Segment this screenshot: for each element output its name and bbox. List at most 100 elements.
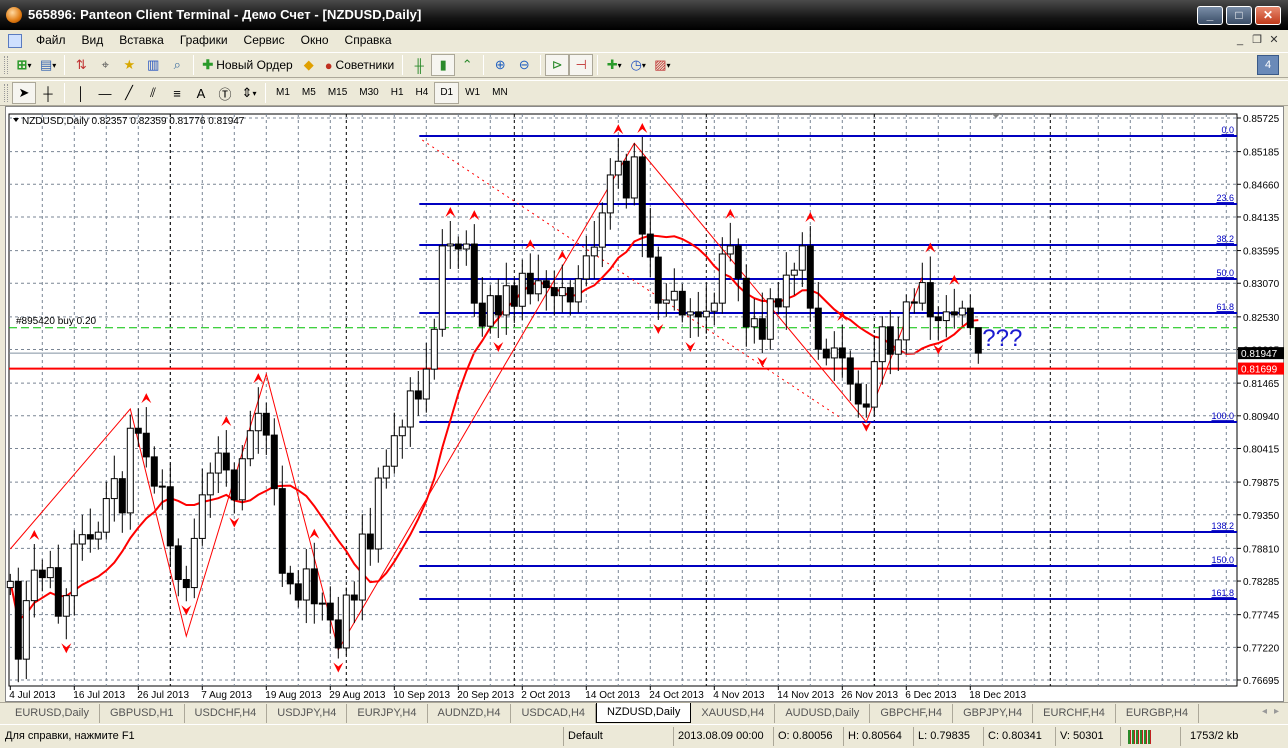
tab-gbpjpy-h4[interactable]: GBPJPY,H4 xyxy=(953,704,1034,723)
strategy-tester-button[interactable]: ⌕ xyxy=(165,54,189,76)
timeframe-m15[interactable]: M15 xyxy=(322,82,353,104)
navigator-folder-button[interactable]: ★ xyxy=(117,54,141,76)
minimize-button[interactable]: _ xyxy=(1197,6,1223,25)
menu-view[interactable]: Вид xyxy=(74,30,112,51)
candle xyxy=(366,533,374,550)
templates-button[interactable]: ▨ ▾ xyxy=(650,54,674,76)
tab-scroll-left[interactable]: ◂ xyxy=(1262,706,1267,717)
mailbox-button[interactable]: 4 xyxy=(1257,55,1279,75)
text-label-tool[interactable]: Ⓣ xyxy=(213,82,237,104)
tab-eurgbp-h4[interactable]: EURGBP,H4 xyxy=(1116,704,1200,723)
tab-nzdusd-daily[interactable]: NZDUSD,Daily xyxy=(596,703,692,723)
horizontal-line-tool[interactable]: — xyxy=(93,82,117,104)
price-chart[interactable]: 0.85725 0.85185 0.84660 0.84135 0.83595 0.830… xyxy=(6,107,1285,703)
tab-gbpchf-h4[interactable]: GBPCHF,H4 xyxy=(870,704,954,723)
bar-chart-button[interactable]: ╫ xyxy=(407,54,431,76)
profiles-button[interactable]: ▤ ▾ xyxy=(36,54,60,76)
toolbar-grip[interactable] xyxy=(4,56,8,74)
candle xyxy=(862,403,870,408)
tab-xauusd-h4[interactable]: XAUUSD,H4 xyxy=(691,704,776,723)
tab-usdjpy-h4[interactable]: USDJPY,H4 xyxy=(267,704,348,723)
arrows-tool[interactable]: ⇕ ▾ xyxy=(237,82,261,104)
tab-audnzd-h4[interactable]: AUDNZD,H4 xyxy=(428,704,512,723)
candle xyxy=(974,327,982,354)
timeframe-d1[interactable]: D1 xyxy=(434,82,460,104)
terminal-button[interactable]: ▥ xyxy=(141,54,165,76)
candle xyxy=(614,160,622,176)
tab-audusd-daily[interactable]: AUDUSD,Daily xyxy=(775,704,871,723)
chart-window[interactable]: 0.85725 0.85185 0.84660 0.84135 0.83595 0.830… xyxy=(5,106,1284,702)
alert-button[interactable]: ◆ xyxy=(297,54,321,76)
chart-window-icon[interactable] xyxy=(8,33,22,48)
timeframe-mn[interactable]: MN xyxy=(486,82,514,104)
periods-button[interactable]: ◷ ▾ xyxy=(626,54,650,76)
timeframe-h1[interactable]: H1 xyxy=(385,82,410,104)
candle xyxy=(206,472,214,496)
candle xyxy=(822,348,830,359)
auto-scroll-button[interactable]: ⊳ xyxy=(545,54,570,76)
timeframe-m5[interactable]: M5 xyxy=(296,82,322,104)
candle xyxy=(454,243,462,250)
close-button[interactable]: ✕ xyxy=(1255,6,1281,25)
zoom-in-button[interactable]: ⊕ xyxy=(488,54,512,76)
text-label-icon: Ⓣ xyxy=(218,86,232,102)
tab-scroll-right[interactable]: ▸ xyxy=(1274,706,1279,717)
trendline-tool[interactable]: ╱ xyxy=(117,82,141,104)
status-separator xyxy=(913,727,914,746)
candle xyxy=(102,498,110,533)
menu-window[interactable]: Окно xyxy=(293,30,337,51)
candle xyxy=(710,302,718,312)
cursor-icon: ➤ xyxy=(18,85,30,100)
candle xyxy=(310,568,318,605)
menu-help[interactable]: Справка xyxy=(337,30,400,51)
tab-eurjpy-h4[interactable]: EURJPY,H4 xyxy=(347,704,428,723)
vertical-line-icon: │ xyxy=(76,85,86,101)
chart-shift-button[interactable]: ⊣ xyxy=(569,54,594,76)
fibonacci-tool[interactable]: ≡ xyxy=(165,82,189,104)
tab-eurusd-daily[interactable]: EURUSD,Daily xyxy=(5,704,100,723)
x-axis-label: 10 Sep 2013 xyxy=(393,690,450,701)
child-close-button[interactable]: ✕ xyxy=(1266,33,1282,47)
maximize-button[interactable]: □ xyxy=(1226,6,1252,25)
tab-usdcad-h4[interactable]: USDCAD,H4 xyxy=(511,704,597,723)
tab-usdchf-h4[interactable]: USDCHF,H4 xyxy=(185,704,268,723)
cursor-tool[interactable]: ➤ xyxy=(12,82,36,104)
drawing-toolbar: ➤ ┼ │ — ╱ ⫽ ≡ A Ⓣ ⇕ ▾ M1 M5 M15 M30 H1 H4… xyxy=(0,80,1288,106)
candle xyxy=(734,245,742,279)
timeframe-m30[interactable]: M30 xyxy=(353,82,384,104)
timeframe-w1[interactable]: W1 xyxy=(459,82,486,104)
menu-file[interactable]: Файл xyxy=(28,30,74,51)
zoom-out-icon: ⊖ xyxy=(518,57,530,72)
crosshair-tool[interactable]: ┼ xyxy=(36,82,60,104)
menu-charts[interactable]: Графики xyxy=(172,30,236,51)
candle xyxy=(286,572,294,585)
indicators-button[interactable]: ✚ ▾ xyxy=(602,54,626,76)
text-icon: A xyxy=(196,85,206,101)
child-restore-button[interactable]: ❐ xyxy=(1249,33,1265,47)
tab-gbpusd-h1[interactable]: GBPUSD,H1 xyxy=(100,704,185,723)
candle xyxy=(142,432,150,458)
timeframe-h4[interactable]: H4 xyxy=(410,82,435,104)
candle xyxy=(798,245,806,271)
new-order-button[interactable]: ✚ Новый Ордер xyxy=(198,54,296,76)
navigator-button[interactable]: ⌖ xyxy=(93,54,117,76)
menu-insert[interactable]: Вставка xyxy=(111,30,172,51)
vertical-line-tool[interactable]: │ xyxy=(69,82,93,104)
new-chart-button[interactable]: ⊞ ▾ xyxy=(12,54,36,76)
market-watch-button[interactable]: ⇅ xyxy=(69,54,93,76)
market-watch-icon: ⇅ xyxy=(75,57,87,72)
zoom-out-button[interactable]: ⊖ xyxy=(512,54,536,76)
text-tool[interactable]: A xyxy=(189,82,213,104)
connection-status-icon[interactable] xyxy=(1128,730,1152,744)
tab-eurchf-h4[interactable]: EURCHF,H4 xyxy=(1033,704,1116,723)
candle xyxy=(166,486,174,547)
candle xyxy=(606,174,614,214)
line-chart-button[interactable]: ⌃ xyxy=(455,54,479,76)
child-minimize-button[interactable]: _ xyxy=(1232,33,1248,47)
timeframe-m1[interactable]: M1 xyxy=(270,82,296,104)
candlestick-chart-button[interactable]: ▮ xyxy=(431,54,456,76)
experts-button[interactable]: ● Советники xyxy=(321,54,399,76)
menu-tools[interactable]: Сервис xyxy=(236,30,293,51)
toolbar-grip[interactable] xyxy=(4,84,8,102)
equidistant-channel-tool[interactable]: ⫽ xyxy=(141,82,165,104)
